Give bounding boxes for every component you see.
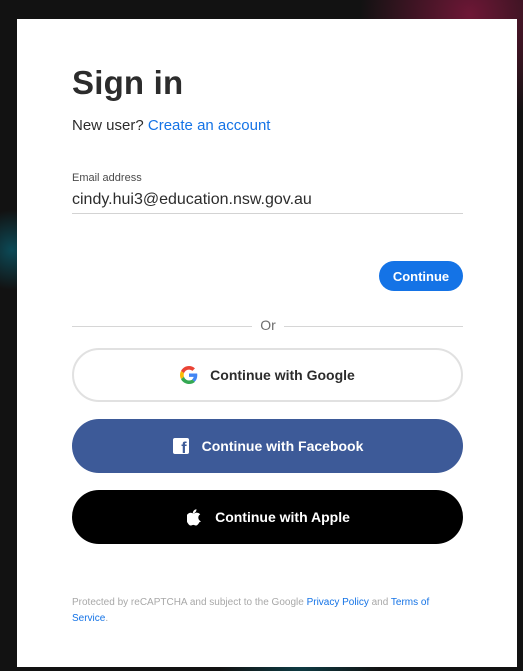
continue-button[interactable]: Continue: [379, 261, 463, 291]
continue-with-apple-button[interactable]: Continue with Apple: [72, 490, 463, 544]
or-divider: Or: [72, 317, 463, 335]
google-button-label: Continue with Google: [210, 367, 355, 383]
new-user-text: New user?: [72, 117, 144, 134]
create-account-link[interactable]: Create an account: [148, 117, 271, 134]
privacy-policy-link[interactable]: Privacy Policy: [307, 597, 369, 608]
signin-card: Sign in New user? Create an account Emai…: [17, 19, 517, 667]
email-label: Email address: [72, 172, 142, 184]
new-user-prompt: New user? Create an account: [72, 117, 270, 134]
apple-button-label: Continue with Apple: [215, 509, 350, 525]
facebook-f-icon: f: [172, 437, 190, 455]
continue-with-facebook-button[interactable]: f Continue with Facebook: [72, 419, 463, 473]
google-g-icon: [180, 366, 198, 384]
apple-logo-icon: [185, 508, 203, 526]
footer-and-text: and: [371, 597, 389, 608]
footer-text: Protected by reCAPTCHA and subject to th…: [72, 597, 304, 608]
page-title: Sign in: [72, 64, 184, 101]
footer-end-punct: .: [105, 613, 109, 624]
email-input[interactable]: [72, 187, 463, 214]
divider-line-left: [72, 326, 252, 327]
continue-with-google-button[interactable]: Continue with Google: [72, 348, 463, 402]
divider-or-text: Or: [260, 317, 276, 333]
recaptcha-footer: Protected by reCAPTCHA and subject to th…: [72, 595, 467, 627]
divider-line-right: [284, 326, 463, 327]
facebook-button-label: Continue with Facebook: [201, 438, 364, 454]
